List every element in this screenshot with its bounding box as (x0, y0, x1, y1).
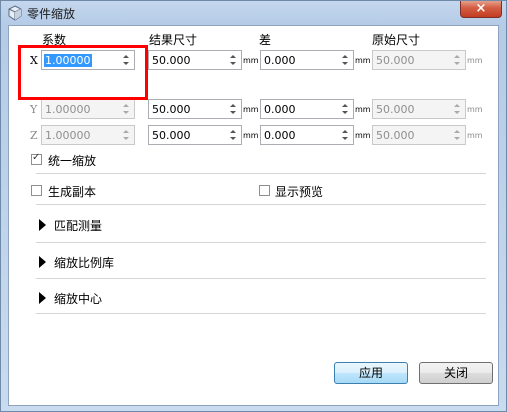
spin-down-icon (123, 111, 129, 114)
header-result-size: 结果尺寸 (149, 33, 198, 47)
separator (36, 313, 486, 314)
axis-label-y: Y (30, 103, 38, 116)
highlight-box (18, 45, 148, 100)
diff-y-input[interactable]: 0.000 (260, 99, 354, 119)
make-copy-checkbox[interactable] (31, 185, 42, 196)
original-y-input: 50.000 (372, 99, 466, 119)
spin-down-icon (123, 137, 129, 140)
spin-down-icon[interactable] (342, 62, 348, 65)
expand-triangle-icon[interactable] (39, 219, 46, 231)
spin-up-icon (123, 104, 129, 107)
diff-z-spinner[interactable] (340, 127, 352, 143)
spin-up-icon[interactable] (230, 55, 236, 58)
spin-up-icon (454, 130, 460, 133)
original-z-unit: mm (467, 131, 483, 140)
result-y-unit: mm (243, 105, 259, 114)
original-x-input: 50.000 (372, 50, 466, 70)
expand-triangle-icon[interactable] (39, 256, 46, 268)
spin-up-icon[interactable] (342, 104, 348, 107)
axis-label-z: Z (30, 129, 38, 142)
spin-down-icon (454, 62, 460, 65)
factor-y-value: 1.00000 (45, 103, 91, 116)
spin-up-icon (454, 55, 460, 58)
result-z-spinner[interactable] (228, 127, 240, 143)
result-z-input[interactable]: 50.000 (148, 125, 242, 145)
close-button[interactable]: 关闭 (419, 362, 493, 384)
spin-up-icon (123, 130, 129, 133)
diff-y-spinner[interactable] (340, 101, 352, 117)
spin-down-icon[interactable] (342, 137, 348, 140)
separator (36, 242, 486, 243)
original-x-value: 50.000 (376, 54, 415, 67)
title-bar[interactable]: 零件缩放 × (1, 1, 506, 25)
apply-button[interactable]: 应用 (334, 362, 408, 384)
header-diff: 差 (259, 33, 272, 47)
section-label[interactable]: 匹配测量 (54, 217, 102, 234)
diff-z-value: 0.000 (264, 129, 296, 142)
diff-x-input[interactable]: 0.000 (260, 50, 354, 70)
original-y-spinner (452, 101, 464, 117)
uniform-scale-label[interactable]: 统一缩放 (48, 152, 96, 169)
spin-up-icon[interactable] (230, 104, 236, 107)
result-x-input[interactable]: 50.000 (148, 50, 242, 70)
spin-down-icon[interactable] (230, 111, 236, 114)
spin-up-icon[interactable] (342, 55, 348, 58)
spin-up-icon[interactable] (342, 130, 348, 133)
diff-x-value: 0.000 (264, 54, 296, 67)
diff-x-unit: mm (355, 56, 371, 65)
window-title: 零件缩放 (27, 7, 76, 21)
result-x-unit: mm (243, 56, 259, 65)
original-y-unit: mm (467, 105, 483, 114)
diff-z-unit: mm (355, 131, 371, 140)
original-x-spinner (452, 52, 464, 68)
original-y-value: 50.000 (376, 103, 415, 116)
window-close-button[interactable]: × (460, 1, 502, 18)
diff-x-spinner[interactable] (340, 52, 352, 68)
result-z-value: 50.000 (152, 129, 191, 142)
result-x-spinner[interactable] (228, 52, 240, 68)
spin-up-icon[interactable] (230, 130, 236, 133)
result-y-value: 50.000 (152, 103, 191, 116)
diff-y-unit: mm (355, 105, 371, 114)
spin-down-icon (454, 111, 460, 114)
spin-down-icon (454, 137, 460, 140)
spin-down-icon[interactable] (342, 111, 348, 114)
result-x-value: 50.000 (152, 54, 191, 67)
separator (36, 278, 486, 279)
original-x-unit: mm (467, 56, 483, 65)
part-cube-icon (8, 5, 22, 21)
section-label[interactable]: 缩放中心 (54, 290, 102, 307)
expand-triangle-icon[interactable] (39, 292, 46, 304)
original-z-value: 50.000 (376, 129, 415, 142)
original-z-spinner (452, 127, 464, 143)
diff-z-input[interactable]: 0.000 (260, 125, 354, 145)
show-preview-checkbox[interactable] (259, 185, 270, 196)
diff-y-value: 0.000 (264, 103, 296, 116)
show-preview-label[interactable]: 显示预览 (275, 183, 323, 200)
result-y-input[interactable]: 50.000 (148, 99, 242, 119)
scale-part-dialog: 零件缩放 × 系数 结果尺寸 差 原始尺寸 X 1.00000 50.000 m… (0, 0, 507, 412)
factor-y-input: 1.00000 (41, 99, 135, 119)
result-y-spinner[interactable] (228, 101, 240, 117)
uniform-scale-checkbox[interactable] (31, 152, 42, 165)
separator (36, 204, 486, 205)
separator (36, 173, 486, 174)
factor-z-value: 1.00000 (45, 129, 91, 142)
section-label[interactable]: 缩放比例库 (54, 254, 114, 271)
factor-y-spinner (121, 101, 133, 117)
factor-z-input: 1.00000 (41, 125, 135, 145)
factor-z-spinner (121, 127, 133, 143)
spin-down-icon[interactable] (230, 62, 236, 65)
result-z-unit: mm (243, 131, 259, 140)
close-icon: × (475, 1, 487, 16)
spin-up-icon (454, 104, 460, 107)
spin-down-icon[interactable] (230, 137, 236, 140)
make-copy-label[interactable]: 生成副本 (48, 183, 96, 200)
original-z-input: 50.000 (372, 125, 466, 145)
header-original-size: 原始尺寸 (372, 33, 421, 47)
